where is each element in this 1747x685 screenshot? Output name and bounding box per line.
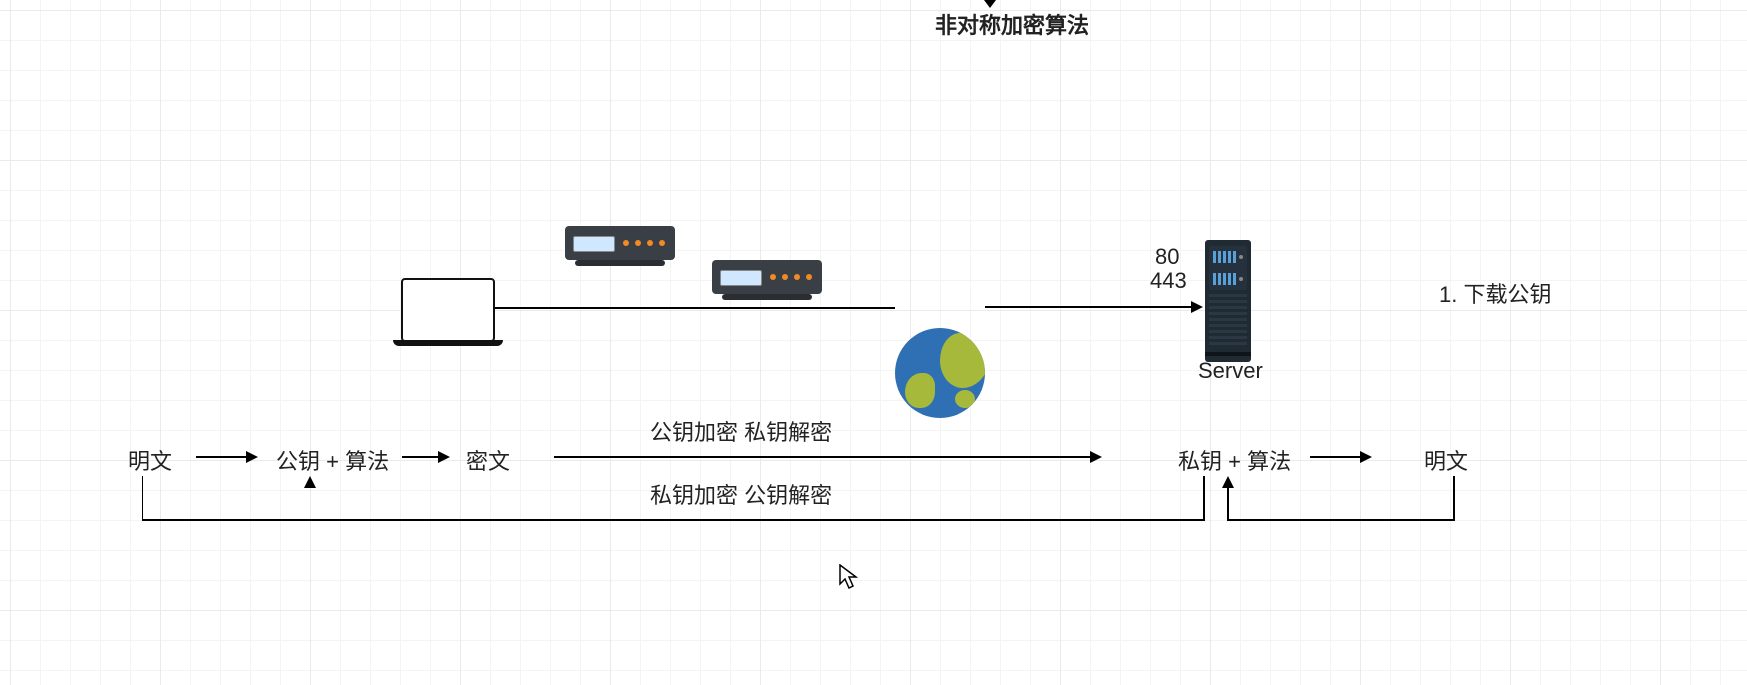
globe-icon — [895, 328, 985, 418]
port-https-label: 443 — [1150, 268, 1187, 294]
arrow-right-icon — [1310, 450, 1372, 464]
port-http-label: 80 — [1155, 244, 1179, 270]
server-icon — [1205, 240, 1251, 362]
router-icon — [712, 260, 822, 294]
privkey-algo-label: 私钥 + 算法 — [1178, 444, 1291, 476]
network-line — [495, 306, 895, 310]
feedback-arrow-left — [142, 476, 1212, 530]
top-caption: 公钥加密 私钥解密 — [650, 415, 832, 447]
ciphertext-label: 密文 — [466, 444, 510, 476]
diagram-title: 非对称加密算法 — [935, 8, 1089, 40]
arrow-down-icon — [980, 0, 1000, 8]
router-icon — [565, 226, 675, 260]
arrow-right-long-icon — [554, 450, 1102, 464]
arrow-right-icon — [196, 450, 258, 464]
pubkey-algo-label: 公钥 + 算法 — [276, 444, 389, 476]
plaintext-left-label: 明文 — [128, 444, 172, 476]
network-arrow — [985, 300, 1203, 314]
server-label: Server — [1198, 358, 1263, 384]
laptop-icon — [393, 278, 503, 346]
step-1-label: 1. 下载公钥 — [1439, 277, 1551, 309]
feedback-arrow-right — [1222, 476, 1462, 530]
plaintext-right-label: 明文 — [1424, 444, 1468, 476]
arrow-right-icon — [402, 450, 450, 464]
cursor-icon — [838, 564, 860, 597]
